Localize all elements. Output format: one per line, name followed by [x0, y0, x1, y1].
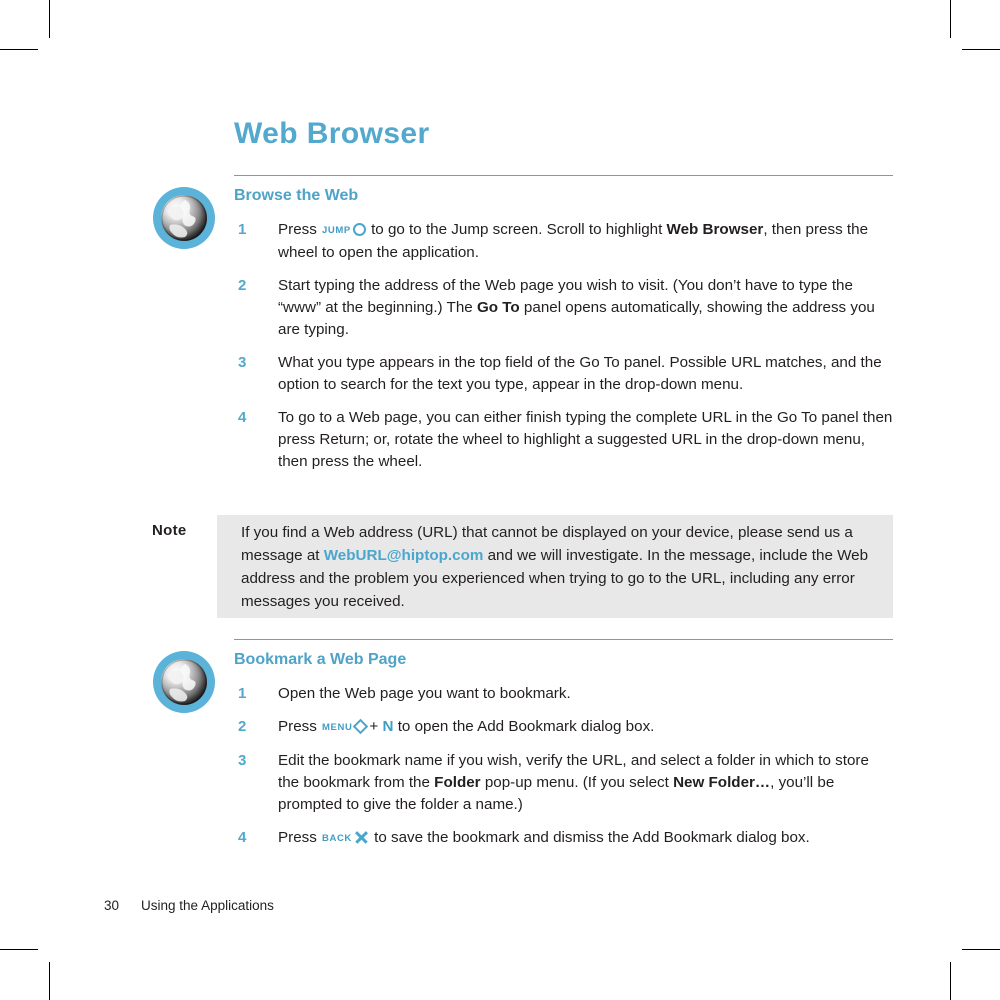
step-item: 3 Edit the bookmark name if you wish, ver…: [234, 750, 894, 816]
note-label: Note: [152, 522, 187, 539]
key-label-back: BACK: [322, 833, 352, 844]
step-item: 4 Press BACK to save the bookmark and dis…: [234, 827, 894, 850]
step-text: To go to a Web page, you can either fini…: [278, 409, 893, 470]
step-text: Press JUMP to go to the Jump screen. Scr…: [278, 221, 869, 261]
emphasis-text: New Folder…: [673, 774, 771, 791]
step-number: 3: [238, 752, 247, 769]
emphasis-text: Go To: [476, 299, 520, 316]
section-divider-top: [234, 175, 893, 176]
section-divider-bookmark: [234, 639, 893, 640]
step-item: 3 What you type appears in the top field …: [234, 352, 894, 396]
key-char: N: [382, 718, 394, 735]
page-footer: 30 Using the Applications: [104, 898, 274, 913]
step-number: 4: [238, 829, 247, 846]
step-text: Press MENU + N to open the Add Bookmark d…: [278, 718, 655, 735]
step-text: Start typing the address of the Web page…: [278, 277, 875, 338]
key-label-jump: JUMP: [322, 225, 351, 236]
step-item: 4 To go to a Web page, you can either fin…: [234, 407, 894, 473]
jump-circle-icon: [352, 223, 366, 236]
step-number: 1: [238, 685, 247, 702]
step-text: Open the Web page you want to bookmark.: [278, 685, 571, 702]
back-x-icon: [354, 830, 369, 845]
note-text: If you find a Web address (URL) that can…: [241, 524, 869, 610]
step-item: 1 Open the Web page you want to bookmark.: [234, 683, 894, 705]
menu-diamond-icon: [353, 718, 369, 735]
step-text: Edit the bookmark name if you wish, veri…: [278, 752, 869, 813]
key-label-menu: MENU: [322, 722, 353, 733]
step-item: 2 Start typing the address of the Web pag…: [234, 275, 894, 341]
step-text: What you type appears in the top field o…: [278, 354, 882, 393]
step-item: 1 Press JUMP to go to the Jump screen. Sc…: [234, 219, 894, 264]
step-list-browse-the-web: 1 Press JUMP to go to the Jump screen. Sc…: [234, 219, 894, 473]
section-heading-browse-the-web: Browse the Web: [234, 187, 359, 204]
emphasis-text: Folder: [434, 774, 481, 791]
page-title: Web Browser: [234, 117, 430, 150]
footer-running-head: Using the Applications: [141, 898, 274, 913]
step-number: 2: [238, 277, 247, 294]
footer-page-number: 30: [104, 898, 120, 913]
step-number: 4: [238, 409, 247, 426]
globe-icon: [153, 651, 215, 713]
step-number: 3: [238, 354, 247, 371]
emphasis-text: Web Browser: [666, 221, 764, 238]
section-heading-bookmark-a-web-page: Bookmark a Web Page: [234, 651, 407, 668]
globe-icon: [153, 187, 215, 249]
step-list-bookmark-a-web-page: 1 Open the Web page you want to bookmark.…: [234, 683, 894, 850]
step-item: 2 Press MENU + N to open the Add Bookmark …: [234, 716, 894, 739]
step-number: 1: [238, 221, 247, 238]
step-text: Press BACK to save the bookmark and dism…: [278, 829, 810, 846]
step-number: 2: [238, 718, 247, 735]
manual-page: Web Browser Browse the Web 1 Press JUMP t…: [0, 0, 1000, 1000]
email-link[interactable]: WebURL@hiptop.com: [324, 547, 484, 564]
